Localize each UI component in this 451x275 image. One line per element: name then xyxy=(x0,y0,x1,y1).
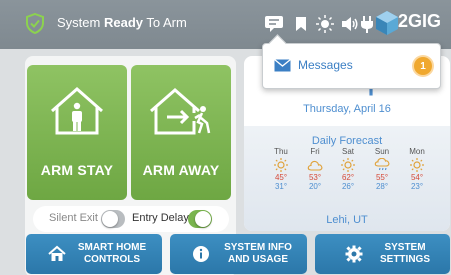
message-count-badge: 1 xyxy=(414,57,432,75)
arm-away-button[interactable]: ARM AWAY xyxy=(131,65,231,200)
forecast-day: Sun 55° 28° xyxy=(367,147,397,191)
messages-menu-item[interactable]: Messages xyxy=(298,58,353,72)
sun-icon xyxy=(266,156,296,173)
house-person-icon xyxy=(51,87,103,135)
status-bar: System Ready To Arm 2GIG xyxy=(0,0,451,49)
system-info-label: SYSTEM INFO AND USAGE xyxy=(224,242,292,265)
arm-away-label: ARM AWAY xyxy=(142,162,220,178)
brand-logo-icon xyxy=(375,10,399,36)
entry-delay-toggle[interactable] xyxy=(188,210,212,228)
info-icon xyxy=(192,245,210,263)
system-status-text: System Ready To Arm xyxy=(57,15,187,30)
forecast-title: Daily Forecast xyxy=(311,135,383,147)
silent-exit-toggle[interactable] xyxy=(101,210,125,228)
brand-name: 2GIG xyxy=(398,11,442,31)
silent-exit-label: Silent Exit xyxy=(49,212,98,224)
brightness-icon[interactable] xyxy=(315,14,335,34)
gear-icon xyxy=(345,245,363,263)
smart-home-controls-button[interactable]: SMART HOME CONTROLS xyxy=(26,234,162,274)
home-icon xyxy=(48,245,66,263)
shield-check-icon xyxy=(25,12,45,35)
system-info-button[interactable]: SYSTEM INFO AND USAGE xyxy=(170,234,307,274)
bookmark-icon[interactable] xyxy=(291,14,311,34)
forecast-day: Thu 45° 31° xyxy=(266,147,296,191)
daily-forecast[interactable]: Daily Forecast Thu 45° 31° Fri 53° 20° S… xyxy=(244,126,450,231)
rain-icon xyxy=(367,156,397,173)
message-icon[interactable] xyxy=(264,14,284,34)
system-settings-button[interactable]: SYSTEM SETTINGS xyxy=(315,234,450,274)
sun-icon xyxy=(402,156,432,173)
sun-icon xyxy=(333,156,363,173)
house-exit-icon xyxy=(150,88,211,135)
forecast-day: Sat 62° 26° xyxy=(333,147,363,191)
messages-dropdown: Messages 1 xyxy=(262,43,441,89)
smart-home-controls-label: SMART HOME CONTROLS xyxy=(77,242,147,265)
system-settings-label: SYSTEM SETTINGS xyxy=(379,242,430,265)
forecast-day: Fri 53° 20° xyxy=(300,147,330,191)
power-plug-icon[interactable] xyxy=(357,14,377,34)
forecast-day: Mon 54° 23° xyxy=(402,147,432,191)
arm-stay-label: ARM STAY xyxy=(40,162,114,178)
clock-date: Thursday, April 16 xyxy=(303,103,391,115)
cloud-icon xyxy=(300,156,330,173)
forecast-location: Lehi, UT xyxy=(326,214,368,226)
arm-options: Silent Exit Entry Delay xyxy=(33,206,229,232)
envelope-icon xyxy=(274,58,291,77)
entry-delay-label: Entry Delay xyxy=(132,212,189,224)
arm-stay-button[interactable]: ARM STAY xyxy=(27,65,127,200)
